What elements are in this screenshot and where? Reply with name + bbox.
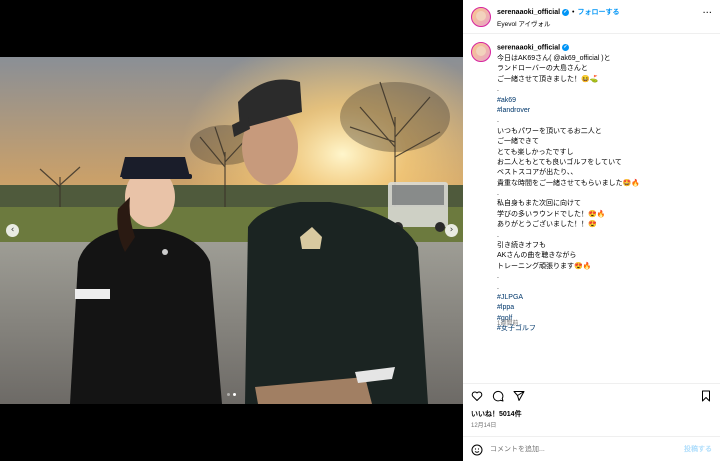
- caption-line: 引き続きオフも: [497, 242, 546, 250]
- follow-button[interactable]: フォローする: [577, 9, 619, 16]
- caption-avatar[interactable]: [471, 42, 491, 62]
- hashtag-link[interactable]: #landrover: [497, 106, 712, 116]
- chevron-right-icon[interactable]: ›: [445, 224, 458, 237]
- bookmark-icon[interactable]: [700, 390, 712, 402]
- caption-line: ご一緒させて頂きました！😆⛳: [497, 75, 599, 83]
- golf-photo-illustration: [0, 57, 463, 404]
- caption-line: ご一緒できて: [497, 138, 539, 146]
- caption-username[interactable]: serenaaoki_official: [497, 44, 560, 51]
- action-bar: [463, 383, 720, 405]
- instagram-post-modal: ‹ › serenaaoki_official ✓ • フォローする Eyevol ア…: [0, 0, 720, 461]
- header-username[interactable]: serenaaoki_official: [497, 9, 560, 16]
- chevron-left-icon[interactable]: ‹: [6, 224, 19, 237]
- hashtag-link[interactable]: #golf: [497, 314, 712, 324]
- caption-line: お二人ともとても良いゴルフをしていて: [497, 158, 622, 166]
- post-comment-button[interactable]: 投稿する: [684, 444, 712, 454]
- share-icon[interactable]: [513, 390, 525, 402]
- post-date: 12月14日: [471, 423, 497, 429]
- header-subtitle[interactable]: Eyevol アイヴォル: [497, 18, 551, 28]
- post-side-panel: serenaaoki_official ✓ • フォローする Eyevol アイヴォル…: [463, 0, 720, 461]
- hashtag-link[interactable]: #女子ゴルフ: [497, 324, 712, 334]
- caption-area: serenaaoki_official ✓ 今日はAK69さん( @ak69_of…: [463, 36, 720, 381]
- post-header: serenaaoki_official ✓ • フォローする Eyevol アイヴォル…: [463, 0, 720, 34]
- caption-line: .: [497, 283, 499, 291]
- caption-line: AKさんの曲を聴きながら: [497, 252, 577, 260]
- media-viewer: ‹ ›: [0, 0, 463, 461]
- caption-line: .: [497, 86, 499, 94]
- caption-line: .: [497, 190, 499, 198]
- caption-line: 学びの多いラウンドでした！😍🔥: [497, 210, 606, 218]
- emoji-icon[interactable]: [471, 443, 483, 456]
- comment-input[interactable]: [490, 442, 670, 456]
- caption-line: .: [497, 231, 499, 239]
- verified-badge-icon: ✓: [562, 8, 570, 16]
- caption-line: とても楽しかったですし: [497, 148, 574, 156]
- post-photo[interactable]: [0, 57, 463, 404]
- avatar[interactable]: [471, 7, 491, 27]
- caption-line: 私自身もまた次回に向けて: [497, 200, 581, 208]
- caption-line: .: [497, 273, 499, 281]
- verified-badge-icon: ✓: [562, 44, 570, 51]
- heart-icon[interactable]: [471, 390, 483, 402]
- caption-line: .: [497, 117, 499, 125]
- hashtag-link[interactable]: #ak69: [497, 96, 712, 106]
- caption-line: トレーニング頑張ります😍🔥: [497, 262, 592, 270]
- comment-icon[interactable]: [492, 390, 504, 402]
- carousel-dots: [0, 393, 463, 396]
- caption-line: ありがとうございました！！😍: [497, 221, 597, 229]
- caption-line: ランドローバーの大島さんと: [497, 65, 588, 73]
- caption-line: ベストスコアが出たり、、: [497, 169, 578, 177]
- caption-time: 1週間前: [497, 321, 519, 327]
- more-horizontal-icon[interactable]: ···: [702, 8, 712, 19]
- caption-line: いつもパワーを頂いてるお二人と: [497, 127, 602, 135]
- hashtag-link[interactable]: #JLPGA: [497, 293, 712, 303]
- separator-dot: •: [572, 9, 575, 16]
- carousel-dot: [227, 393, 230, 396]
- hashtag-link[interactable]: #lppa: [497, 303, 712, 313]
- caption-text: 今日はAK69さん( @ak69_official )と ランドローバーの大島さん…: [497, 54, 712, 335]
- likes-count[interactable]: いいね！5014件: [471, 409, 522, 419]
- comment-bar: 投稿する: [463, 436, 720, 461]
- caption-username-line: serenaaoki_official ✓: [497, 44, 570, 51]
- caption-line: 貴重な時間をご一緒させてもらいました🤩🔥: [497, 179, 641, 187]
- header-user-line: serenaaoki_official ✓ • フォローする: [497, 7, 619, 17]
- carousel-dot: [233, 393, 236, 396]
- caption-line: 今日はAK69さん( @ak69_official )と: [497, 55, 611, 62]
